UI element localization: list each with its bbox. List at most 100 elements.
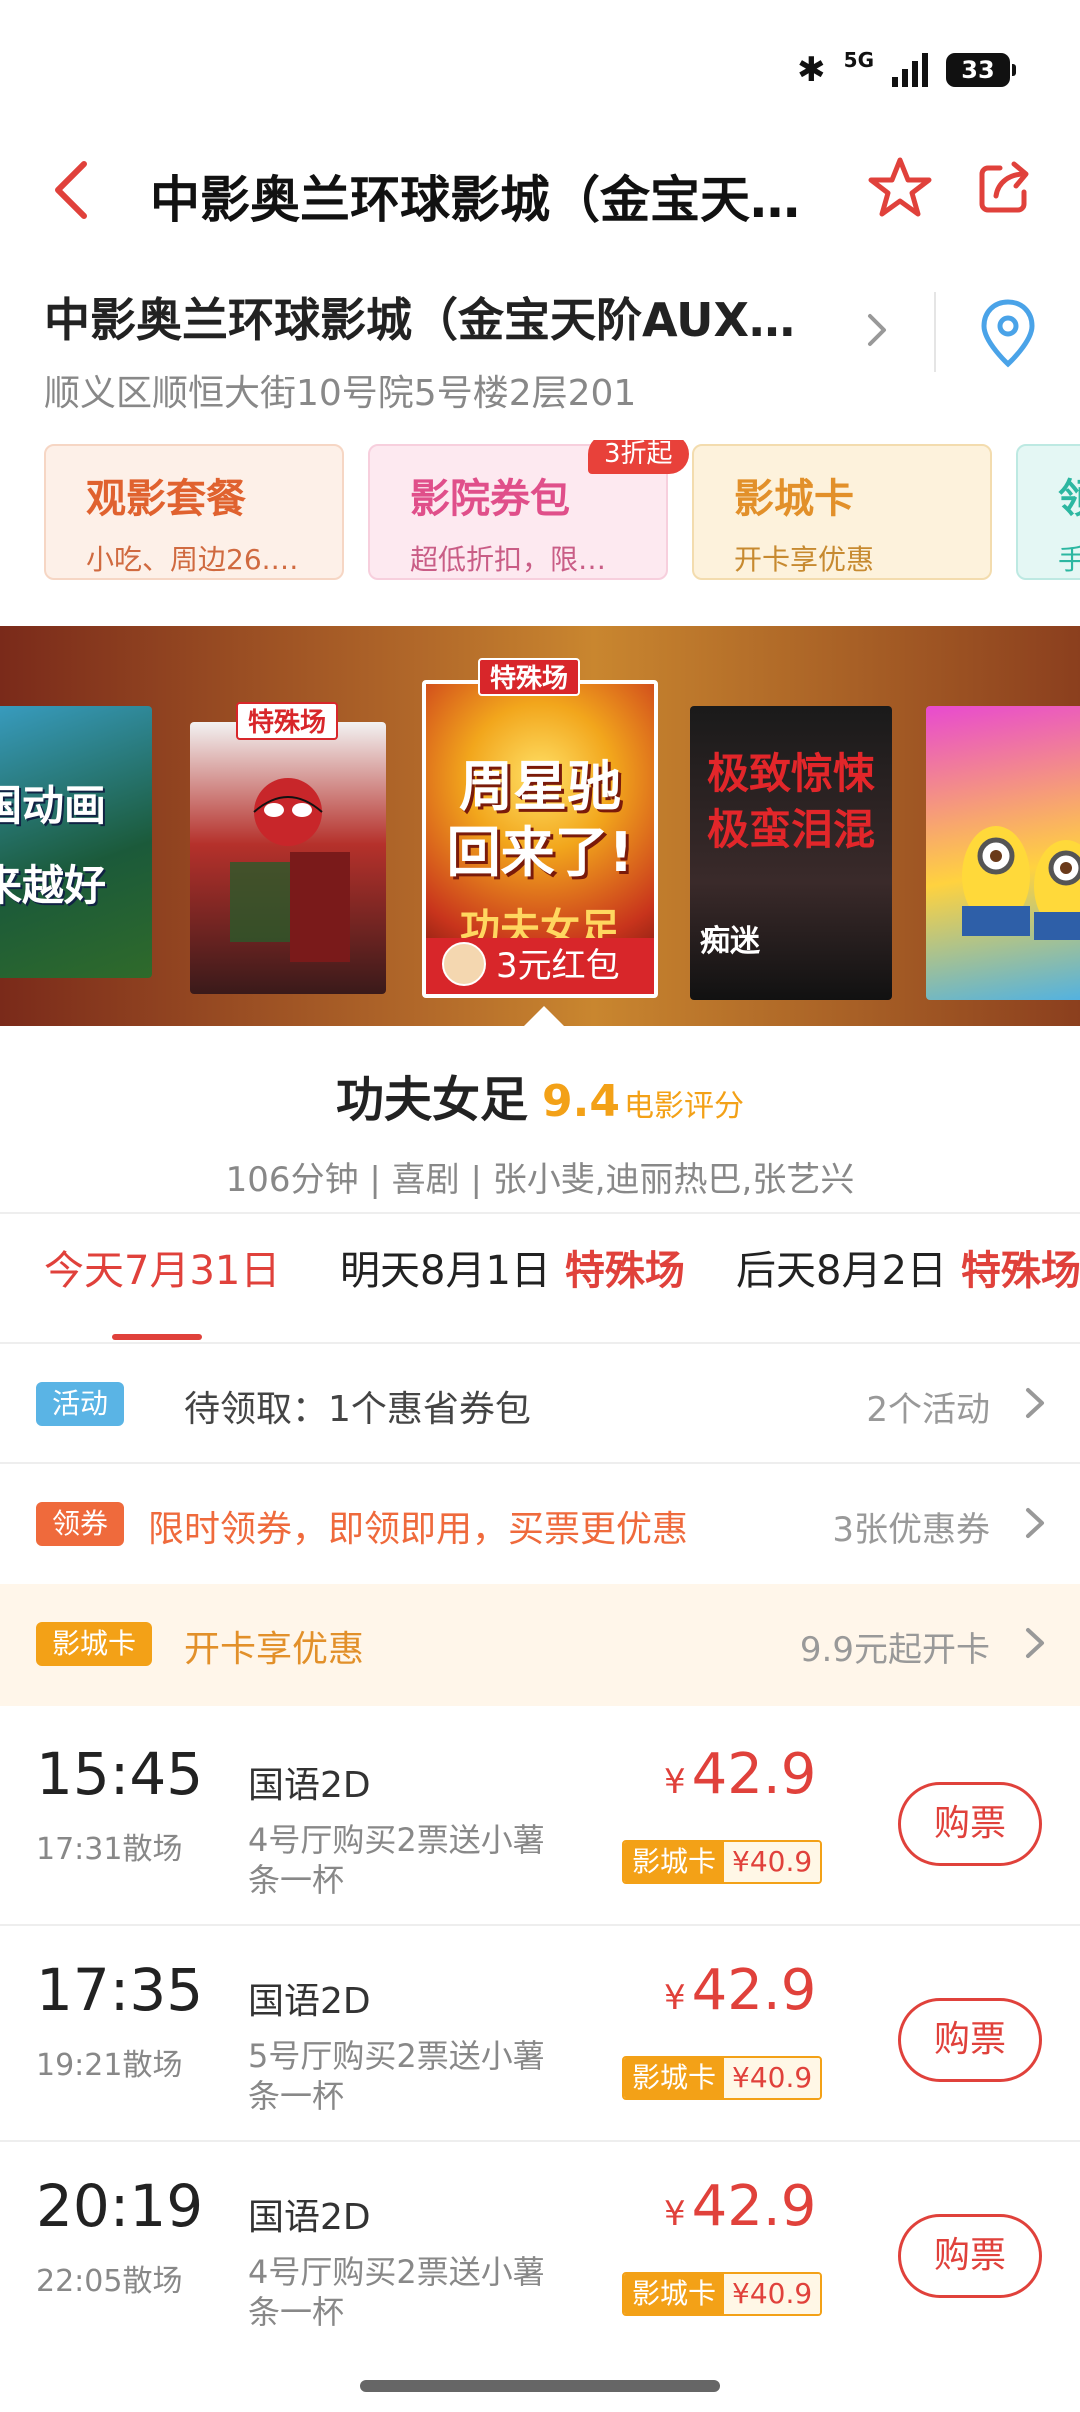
poster-kungfu-soccer[interactable]: 周星驰 回来了! 功夫女足 3元红包: [422, 680, 658, 998]
coupon-row[interactable]: 领券 限时领券，即领即用，买票更优惠 3张优惠券: [0, 1464, 1080, 1582]
poster-carousel[interactable]: 国动画 来越好 特殊场 周星驰 回来了! 功夫女足 3元红包 特殊场 极致惊悚 …: [0, 626, 1080, 1026]
cinema-card-text: 开卡享优惠: [184, 1629, 365, 1670]
home-indicator[interactable]: [360, 2380, 720, 2392]
show-language: 国语2D: [248, 2197, 371, 2238]
poster-animation[interactable]: 国动画 来越好: [0, 706, 152, 978]
service-title: 影城卡: [734, 476, 854, 522]
service-card-partial[interactable]: 领 手: [1016, 444, 1080, 580]
cinema-info[interactable]: 中影奥兰环球影城（金宝天阶AUX… 顺义区顺恒大街10号院5号楼2层201: [44, 280, 1044, 420]
tab-tomorrow[interactable]: 明天8月1日 特殊场: [340, 1238, 685, 1296]
chevron-right-icon: [1026, 1508, 1044, 1538]
service-card-cinema-card[interactable]: 影城卡 开卡享优惠: [692, 444, 992, 580]
active-tab-indicator: [112, 1334, 202, 1340]
page-title: 中影奥兰环球影城（金宝天…: [150, 171, 800, 229]
show-end-time: 22:05散场: [36, 2264, 183, 2299]
cinema-card-price-badge: 影城卡 ¥40.9: [622, 1840, 823, 1884]
card-price: ¥40.9: [724, 2274, 821, 2314]
showtime-row[interactable]: 20:19 22:05散场 国语2D 4号厅购买2票送小薯条一杯 ¥42.9 影…: [0, 2152, 1080, 2368]
divider: [0, 1924, 1080, 1926]
price-value: 42.9: [691, 2174, 817, 2239]
service-cards: 观影套餐 小吃、周边26.… 影院券包 超低折扣，限… 影城卡 开卡享优惠 领 …: [44, 440, 1080, 580]
cinema-card-price-badge: 影城卡 ¥40.9: [622, 2056, 823, 2100]
show-start-time: 20:19: [36, 2172, 204, 2240]
cinema-address: 顺义区顺恒大街10号院5号楼2层201: [44, 373, 637, 414]
special-screening-tag: 特殊场: [478, 658, 581, 696]
price-value: 42.9: [691, 1742, 817, 1807]
show-description: 5号厅购买2票送小薯条一杯: [248, 2037, 545, 2115]
cinema-card-row[interactable]: 影城卡 开卡享优惠 9.9元起开卡: [0, 1584, 1080, 1706]
poster-art: [230, 778, 350, 962]
poster-text: 国动画 来越好: [0, 781, 107, 910]
divider: [0, 1212, 1080, 1214]
show-price: ¥42.9: [664, 1742, 816, 1807]
buy-ticket-button[interactable]: 购票: [898, 1998, 1042, 2082]
card-label: 影城卡: [624, 1842, 725, 1882]
coupon-tag: 领券: [36, 1502, 125, 1546]
show-start-time: 15:45: [36, 1740, 204, 1808]
show-end-time: 19:21散场: [36, 2048, 183, 2083]
poster-obsession[interactable]: 极致惊悚 极蛮泪混 痴迷: [690, 706, 892, 1000]
selected-poster-pointer: [524, 1006, 564, 1026]
tab-label: 后天8月2日: [736, 1248, 947, 1294]
movie-score-label: 电影评分: [623, 1089, 744, 1124]
show-language: 国语2D: [248, 1981, 371, 2022]
service-title: 领: [1058, 476, 1080, 522]
poster-headline: 极致惊悚 极蛮泪混: [706, 749, 875, 854]
coupon-count: 3张优惠券: [832, 1510, 990, 1550]
tab-today[interactable]: 今天7月31日: [44, 1238, 280, 1296]
avatar: [442, 942, 486, 986]
bluetooth-icon: ✱: [797, 50, 826, 90]
show-end-time: 17:31散场: [36, 1832, 183, 1867]
discount-badge: 3折起: [588, 440, 689, 474]
showtime-row[interactable]: 15:45 17:31散场 国语2D 4号厅购买2票送小薯条一杯 ¥42.9 影…: [0, 1720, 1080, 1936]
special-screening-label: 特殊场: [960, 1248, 1080, 1294]
show-price: ¥42.9: [664, 1958, 816, 2023]
service-title: 观影套餐: [86, 476, 246, 522]
activity-text: 待领取：1个惠省券包: [184, 1389, 531, 1430]
movie-title: 功夫女足: [336, 1072, 529, 1128]
cinema-card-price-badge: 影城卡 ¥40.9: [622, 2272, 823, 2316]
favorite-star-icon[interactable]: [866, 154, 934, 222]
tab-label: 明天8月1日: [340, 1248, 551, 1294]
movie-meta: 106分钟 | 喜剧 | 张小斐,迪丽热巴,张艺兴: [225, 1160, 855, 1200]
buy-ticket-button[interactable]: 购票: [898, 2214, 1042, 2298]
poster-subtitle: 痴迷: [700, 924, 760, 959]
back-icon[interactable]: [44, 158, 104, 222]
chevron-right-icon: [1026, 1388, 1044, 1418]
nav-bar: 中影奥兰环球影城（金宝天…: [0, 130, 1080, 250]
service-title: 影院券包: [410, 476, 570, 522]
show-description: 4号厅购买2票送小薯条一杯: [248, 2253, 545, 2331]
activity-tag: 活动: [36, 1382, 125, 1426]
divider: [934, 292, 936, 372]
cinema-card-price: 9.9元起开卡: [799, 1630, 990, 1670]
card-price: ¥40.9: [724, 2058, 821, 2098]
poster-art: [962, 826, 1080, 940]
tab-label: 今天7月31日: [44, 1248, 281, 1294]
special-screening-tag: 特殊场: [236, 702, 339, 740]
show-language: 国语2D: [248, 1765, 371, 1806]
movie-info[interactable]: 功夫女足 9.4 电影评分 106分钟 | 喜剧 | 张小斐,迪丽热巴,张艺兴: [0, 1060, 1080, 1200]
cinema-card-tag: 影城卡: [36, 1622, 153, 1666]
network-type: 5G: [843, 48, 874, 72]
poster-spiderman[interactable]: [190, 722, 386, 994]
showtime-row[interactable]: 17:35 19:21散场 国语2D 5号厅购买2票送小薯条一杯 ¥42.9 影…: [0, 1936, 1080, 2152]
show-price: ¥42.9: [664, 2174, 816, 2239]
service-card-snack-combo[interactable]: 观影套餐 小吃、周边26.…: [44, 444, 344, 580]
activity-count: 2个活动: [866, 1390, 990, 1430]
poster-minions[interactable]: [926, 706, 1080, 1000]
activity-row[interactable]: 活动 待领取：1个惠省券包 2个活动: [0, 1344, 1080, 1462]
buy-ticket-button[interactable]: 购票: [898, 1782, 1042, 1866]
status-icons: ✱ 5G 33: [797, 48, 1016, 90]
service-sub: 开卡享优惠: [734, 543, 875, 576]
share-icon[interactable]: [974, 158, 1034, 218]
location-pin-icon[interactable]: [978, 298, 1038, 368]
movie-score: 9.4: [542, 1076, 620, 1127]
signal-icon: [892, 53, 928, 87]
divider: [0, 2140, 1080, 2142]
tab-day-after[interactable]: 后天8月2日 特殊场: [736, 1238, 1080, 1296]
currency-symbol: ¥: [664, 1762, 686, 1802]
currency-symbol: ¥: [664, 1978, 686, 2018]
service-sub: 小吃、周边26.…: [86, 543, 299, 576]
chevron-right-icon: [1026, 1628, 1044, 1658]
chevron-right-icon: [868, 314, 886, 346]
